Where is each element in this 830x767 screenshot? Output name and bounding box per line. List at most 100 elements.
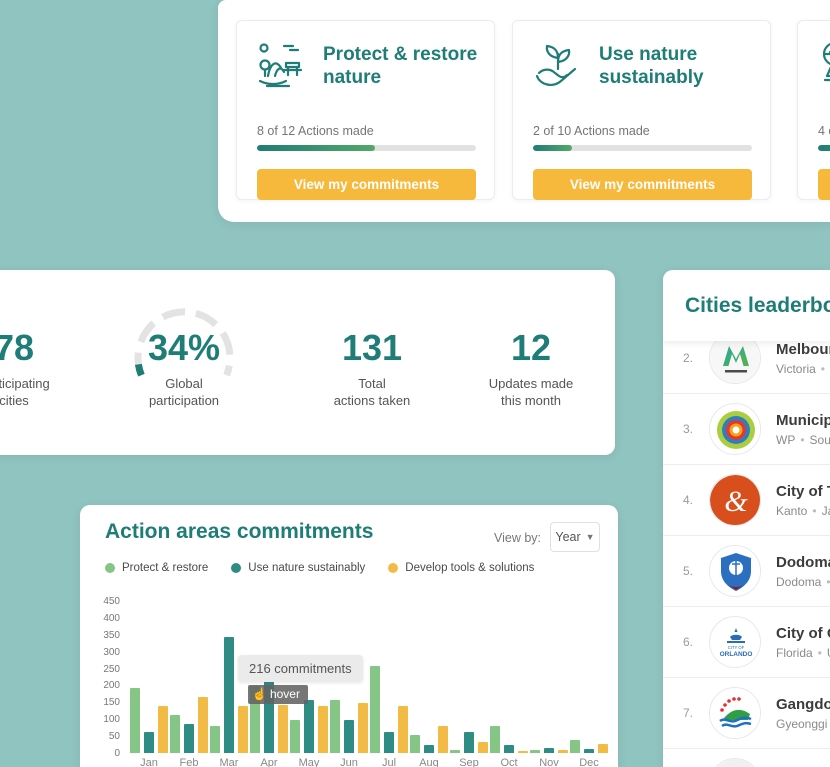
view-commitments-button[interactable]: View my commitments [818, 169, 830, 200]
bar[interactable] [370, 666, 380, 753]
seedling-hand-icon [531, 39, 585, 93]
city-name: Dodoma City [776, 554, 830, 571]
bar[interactable] [530, 750, 540, 753]
bar-group-feb[interactable]: Feb [170, 603, 208, 753]
stat-value: 34% [104, 328, 264, 368]
bar[interactable] [210, 726, 220, 753]
bar-group-sep[interactable]: Sep [450, 603, 488, 753]
view-by-value: Year [555, 530, 580, 544]
bar[interactable] [318, 706, 328, 753]
bar[interactable] [398, 706, 408, 753]
bar[interactable] [198, 697, 208, 753]
card-use-nature: Use nature sustainably 2 of 10 Actions m… [512, 20, 771, 200]
bar[interactable] [490, 726, 500, 753]
city-name: City of Orlando [776, 625, 830, 642]
city-name: City of Tokyo [776, 483, 830, 500]
global-stats-panel: 78 Participating cities 34% Global parti… [0, 270, 615, 455]
leaderboard-title: Cities leaderboard [685, 294, 830, 318]
bar[interactable] [158, 706, 168, 753]
leaderboard-rows: 2. Melbourne Victoria•Australia [663, 323, 830, 767]
bar[interactable] [184, 724, 194, 753]
card-progress-text: 8 of 12 Actions made [257, 124, 374, 138]
bar[interactable] [424, 745, 434, 753]
legend-dot-teal [231, 563, 241, 573]
bar[interactable] [130, 688, 140, 753]
view-by-dropdown[interactable]: Year ▼ [550, 522, 600, 552]
bar[interactable] [384, 732, 394, 753]
bar[interactable] [598, 744, 608, 753]
bar-group-oct[interactable]: Oct [490, 603, 528, 753]
bar-group-aug[interactable]: Aug [410, 603, 448, 753]
bar[interactable] [410, 735, 420, 753]
bar[interactable] [558, 750, 568, 753]
city-name: Melbourne [776, 341, 830, 358]
view-by-label: View by: [494, 531, 541, 545]
bar-group-nov[interactable]: Nov [530, 603, 568, 753]
bar-group-dec[interactable]: Dec [570, 603, 608, 753]
bar[interactable] [544, 748, 554, 753]
leaderboard-row-orlando[interactable]: 6. CITY OF ORLANDO City of Orlando Flori… [663, 607, 830, 678]
bar[interactable] [330, 700, 340, 753]
chevron-down-icon: ▼ [586, 532, 595, 542]
bar[interactable] [518, 751, 528, 753]
bar[interactable] [144, 732, 154, 753]
progress-bar [818, 145, 830, 151]
bar[interactable] [290, 720, 300, 753]
leaderboard-row-8[interactable]: 8. [663, 749, 830, 767]
bar[interactable] [504, 745, 514, 753]
bar[interactable] [584, 749, 594, 753]
bar[interactable] [170, 715, 180, 753]
bar[interactable] [358, 703, 368, 753]
svg-text:&: & [724, 485, 748, 518]
view-commitments-button[interactable]: View my commitments [257, 169, 476, 200]
chart-title: Action areas commitments [105, 520, 373, 544]
x-axis-label: Jul [370, 757, 408, 767]
globe-research-icon [816, 39, 830, 93]
card-develop-tools: 4 of 10 Actions made View my commitments [797, 20, 830, 200]
x-axis-label: Mar [210, 757, 248, 767]
view-commitments-button[interactable]: View my commitments [533, 169, 752, 200]
bar[interactable] [304, 700, 314, 753]
bar[interactable] [478, 742, 488, 753]
x-axis-label: Oct [490, 757, 528, 767]
leaderboard-row-dodoma[interactable]: 5. Dodoma City Dodoma•Tanzania [663, 536, 830, 607]
bar[interactable] [464, 732, 474, 753]
svg-text:CITY OF: CITY OF [728, 645, 745, 650]
stat-value: 131 [292, 328, 452, 368]
municipality-logo [709, 403, 761, 455]
bar-group-jul[interactable]: Jul [370, 603, 408, 753]
chart-y-axis: 450400350300250200150100500 [92, 596, 120, 760]
progress-bar [257, 145, 476, 151]
city-name: Municipality [776, 412, 830, 429]
x-axis-label: Jan [130, 757, 168, 767]
tokyo-logo: & [709, 474, 761, 526]
legend-develop-tools: Develop tools & solutions [388, 562, 534, 574]
bar[interactable] [238, 706, 248, 753]
bar[interactable] [570, 740, 580, 753]
chart-bars-area[interactable]: JanFebMarAprMayJunJulAugSepOctNovDec [130, 603, 608, 753]
action-cards-panel: Protect & restore nature 8 of 12 Actions… [218, 0, 830, 222]
city-name: Gangdong-gu [776, 696, 830, 713]
card-progress-text: 2 of 10 Actions made [533, 124, 650, 138]
card-protect-restore: Protect & restore nature 8 of 12 Actions… [236, 20, 495, 200]
stat-value: 78 [0, 328, 89, 368]
cities-leaderboard-panel: 2. Melbourne Victoria•Australia [663, 270, 830, 767]
park-nature-icon [255, 39, 309, 93]
bar[interactable] [438, 726, 448, 753]
rank-label: 4. [683, 493, 701, 507]
legend-protect-restore: Protect & restore [105, 562, 208, 574]
bar[interactable] [224, 637, 234, 753]
bar-group-jan[interactable]: Jan [130, 603, 168, 753]
orlando-logo: CITY OF ORLANDO [709, 616, 761, 668]
bar[interactable] [450, 750, 460, 753]
bar[interactable] [344, 720, 354, 753]
bar[interactable] [278, 705, 288, 753]
leaderboard-row-gangdong[interactable]: 7. Gangdong-gu Gyeonggi•Republic of [663, 678, 830, 749]
x-axis-label: May [290, 757, 328, 767]
x-axis-label: Apr [250, 757, 288, 767]
leaderboard-row-tokyo[interactable]: 4. & City of Tokyo Kanto•Japan [663, 465, 830, 536]
leaderboard-row-municipality[interactable]: 3. Municipality WP•South Africa [663, 394, 830, 465]
gangdong-logo [709, 687, 761, 739]
x-axis-label: Jun [330, 757, 368, 767]
x-axis-label: Dec [570, 757, 608, 767]
